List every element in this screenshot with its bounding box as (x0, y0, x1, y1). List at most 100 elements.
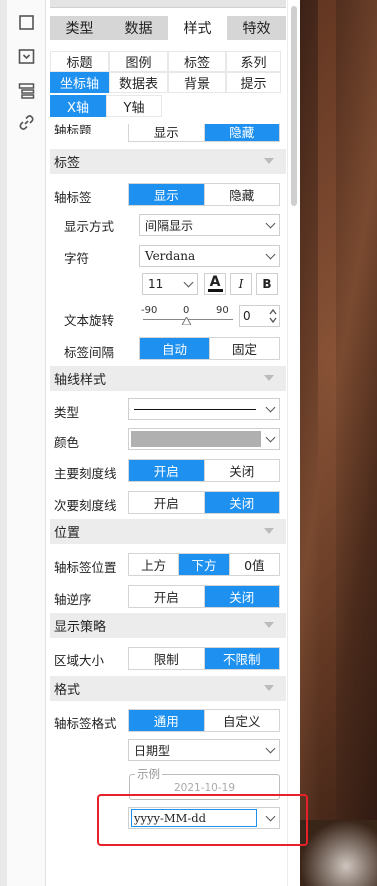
interval-toggle: 自动 固定 (139, 337, 280, 360)
minor-tick-on[interactable]: 开启 (129, 492, 205, 513)
section-label[interactable]: 标签 (50, 149, 286, 174)
area-size-limit[interactable]: 限制 (129, 648, 205, 669)
subtab-label[interactable]: 标签 (168, 51, 226, 72)
major-tick-on[interactable]: 开启 (129, 460, 205, 481)
chevron-down-icon (264, 375, 274, 381)
section-display-strategy[interactable]: 显示策略 (50, 613, 286, 638)
major-tick-off[interactable]: 关闭 (205, 460, 280, 481)
font-size-value: 11 (148, 277, 164, 291)
chevron-down-icon (264, 685, 274, 691)
axis-tab-y[interactable]: Y轴 (106, 95, 162, 117)
display-mode-select[interactable]: 间隔显示 (139, 214, 280, 236)
link-icon[interactable] (18, 114, 35, 131)
format-type-select[interactable]: 日期型 (128, 739, 280, 761)
label-format-general[interactable]: 通用 (129, 710, 205, 731)
font-family-value: Verdana (145, 249, 196, 263)
label-position-bottom[interactable]: 下方 (179, 554, 230, 575)
axis-label-show[interactable]: 显示 (129, 184, 205, 205)
rotation-value: 0 (243, 309, 251, 323)
interval-fixed[interactable]: 固定 (210, 338, 279, 359)
rotation-input[interactable]: 0 (239, 305, 280, 327)
subtab-legend[interactable]: 图例 (109, 51, 168, 72)
font-color-bar (207, 289, 223, 292)
chevron-down-icon (264, 622, 274, 628)
section-position[interactable]: 位置 (50, 519, 286, 544)
rotation-min-label: -90 (141, 305, 158, 316)
subtab-series[interactable]: 系列 (226, 51, 281, 72)
background-photo-bottom (300, 820, 377, 886)
subtab-tooltip[interactable]: 提示 (226, 72, 281, 93)
chevron-down-icon (261, 429, 279, 449)
line-type-select[interactable] (128, 398, 280, 420)
label-position-zero[interactable]: 0值 (230, 554, 279, 575)
display-mode-label: 显示方式 (64, 219, 115, 234)
section-position-title: 位置 (54, 526, 81, 541)
top-cut-strip (50, 0, 286, 8)
chevron-down-icon (261, 740, 279, 760)
reverse-off[interactable]: 关闭 (204, 586, 279, 607)
chevron-down-icon (261, 399, 279, 419)
tab-data[interactable]: 数据 (109, 16, 168, 40)
font-family-select[interactable]: Verdana (139, 245, 280, 267)
reverse-toggle: 开启 关闭 (128, 585, 280, 608)
background-photo (300, 0, 377, 886)
section-format[interactable]: 格式 (50, 676, 286, 701)
major-tick-label: 主要刻度线 (54, 466, 117, 481)
section-label-title: 标签 (54, 156, 81, 171)
font-color-button[interactable]: A (204, 273, 226, 295)
subtab-title[interactable]: 标题 (50, 51, 109, 72)
dropdown-box-icon[interactable] (18, 48, 35, 65)
slider-thumb-icon[interactable] (182, 317, 191, 325)
format-type-value: 日期型 (134, 743, 171, 758)
rotation-label: 文本旋转 (64, 313, 115, 328)
section-axis-style[interactable]: 轴线样式 (50, 366, 286, 391)
left-toolbar (0, 0, 46, 886)
line-type-label: 类型 (54, 405, 80, 420)
example-value: 2021-10-19 (173, 782, 236, 794)
spinner-arrows-icon[interactable] (268, 307, 278, 325)
subtab-datatable[interactable]: 数据表 (109, 72, 168, 93)
chevron-down-icon (179, 274, 197, 294)
layers-icon[interactable] (18, 82, 35, 99)
display-mode-value: 间隔显示 (145, 218, 194, 233)
background-photo-streak (318, 0, 336, 886)
reverse-on[interactable]: 开启 (129, 586, 205, 607)
label-format-custom[interactable]: 自定义 (205, 710, 280, 731)
label-position-top[interactable]: 上方 (129, 554, 180, 575)
highlight-annotation (97, 794, 308, 846)
axis-label-hide[interactable]: 隐藏 (205, 184, 280, 205)
tab-type[interactable]: 类型 (50, 16, 109, 40)
tab-effects[interactable]: 特效 (227, 16, 286, 40)
scrollbar-thumb[interactable] (291, 6, 297, 206)
chevron-down-icon (261, 215, 279, 235)
area-size-unlimited[interactable]: 不限制 (204, 648, 279, 669)
panel-scrollbar[interactable] (287, 0, 300, 886)
tab-style[interactable]: 样式 (168, 16, 227, 40)
chevron-down-icon (264, 158, 274, 164)
font-size-select[interactable]: 11 (142, 273, 198, 295)
subtab-axis[interactable]: 坐标轴 (50, 72, 109, 93)
italic-button[interactable]: I (230, 273, 252, 295)
major-tick-toggle: 开启 关闭 (128, 459, 280, 482)
example-legend: 示例 (135, 766, 162, 782)
square-icon[interactable] (18, 14, 35, 31)
axis-tab-x[interactable]: X轴 (50, 95, 106, 117)
chevron-down-icon (264, 528, 274, 534)
subtab-background[interactable]: 背景 (168, 72, 226, 93)
interval-auto[interactable]: 自动 (140, 338, 210, 359)
font-label: 字符 (64, 251, 90, 266)
left-edge-strip (0, 0, 7, 886)
minor-tick-off[interactable]: 关闭 (204, 492, 279, 513)
section-axis-style-title: 轴线样式 (54, 373, 107, 388)
minor-tick-toggle: 开启 关闭 (128, 491, 280, 514)
label-position-label: 轴标签位置 (54, 560, 117, 575)
rotation-slider[interactable]: -90 0 90 (141, 305, 236, 327)
axis-label-toggle: 显示 隐藏 (128, 183, 280, 206)
bold-button[interactable]: B (256, 273, 278, 295)
axis-label-label: 轴标签 (54, 190, 92, 205)
reverse-label: 轴逆序 (54, 592, 92, 607)
axis-title-hide[interactable]: 隐藏 (204, 122, 279, 141)
area-size-toggle: 限制 不限制 (128, 647, 280, 670)
line-color-select[interactable] (128, 428, 280, 450)
axis-title-show[interactable]: 显示 (129, 122, 205, 141)
